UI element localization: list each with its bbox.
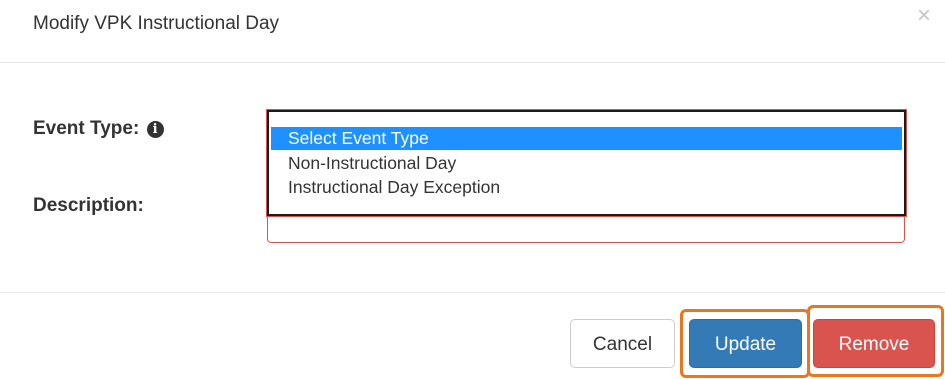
remove-button[interactable]: Remove — [813, 319, 935, 368]
info-circle-icon[interactable]: i — [146, 121, 164, 138]
modal-footer-divider — [0, 292, 945, 293]
close-icon[interactable]: × — [917, 4, 931, 28]
modal-header: Modify VPK Instructional Day × — [0, 0, 945, 63]
event-type-label: Event Type: i — [33, 118, 164, 140]
cancel-button[interactable]: Cancel — [570, 319, 675, 368]
event-type-option-non-instructional[interactable]: Non-Instructional Day — [288, 152, 456, 175]
update-button[interactable]: Update — [689, 319, 802, 368]
modal-title: Modify VPK Instructional Day — [33, 13, 280, 34]
event-type-option-select[interactable]: Select Event Type — [271, 127, 902, 150]
event-type-option-instructional-exception[interactable]: Instructional Day Exception — [288, 176, 500, 199]
description-label: Description: — [33, 195, 144, 216]
event-type-select-list[interactable]: Select Event Type Non-Instructional Day … — [267, 110, 906, 216]
event-type-label-text: Event Type: — [33, 118, 140, 139]
